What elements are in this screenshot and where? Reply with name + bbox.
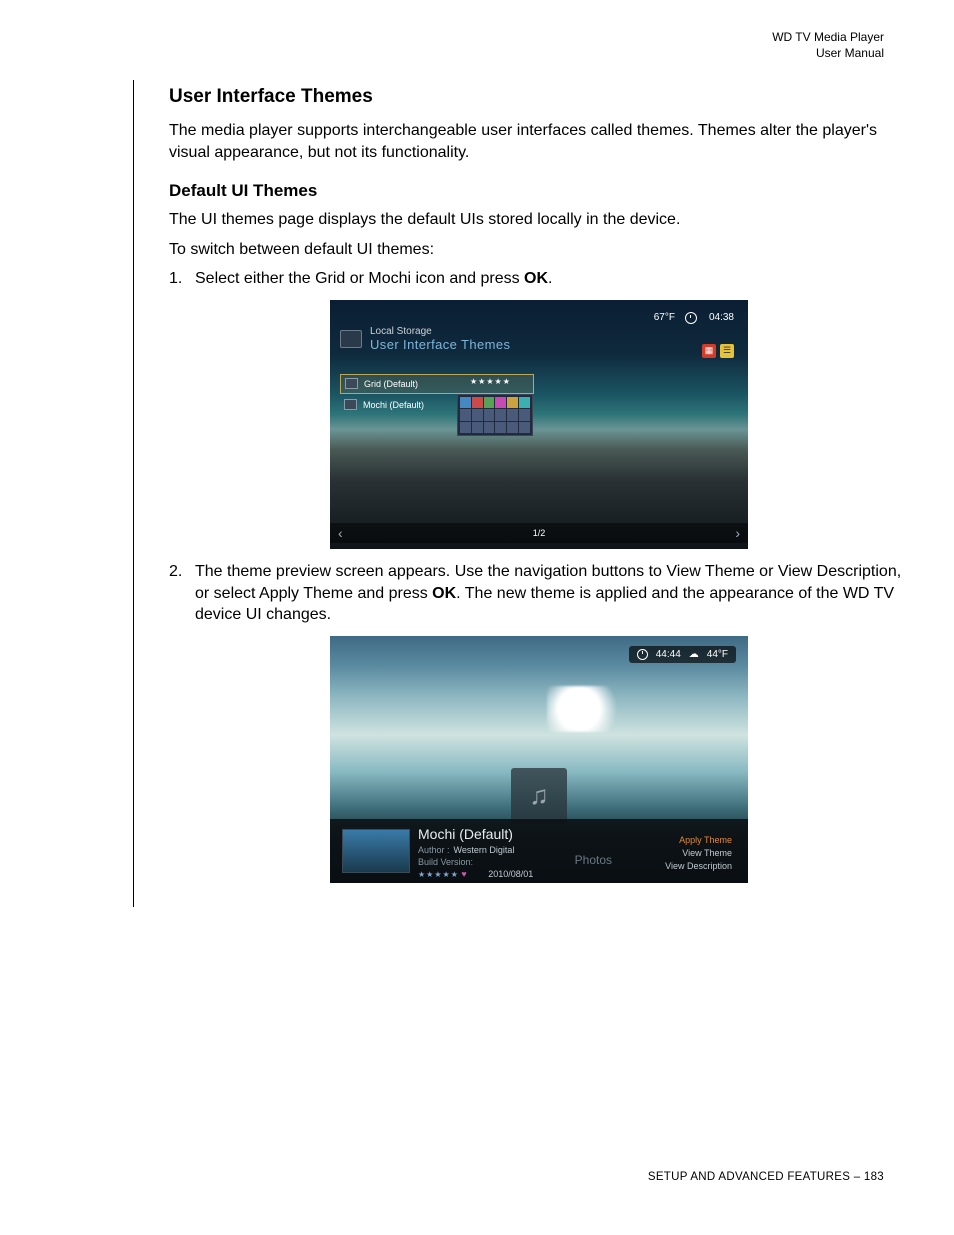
theme-thumb-icon xyxy=(344,399,357,410)
theme-row-grid-label: Grid (Default) xyxy=(364,379,418,389)
step-1-text-c: . xyxy=(548,270,552,287)
paragraph-switch-intro: To switch between default UI themes: xyxy=(169,239,909,261)
step-2-ok: OK xyxy=(432,585,456,602)
step-2-body: The theme preview screen appears. Use th… xyxy=(195,561,909,626)
shot1-header: Local Storage User Interface Themes xyxy=(340,326,510,352)
page-footer: SETUP AND ADVANCED FEATURES – 183 xyxy=(648,1171,884,1183)
shot2-status-bar: 44:44 ☁ 44°F xyxy=(629,646,736,663)
shot2-temperature: 44°F xyxy=(707,649,728,660)
shot1-time: 04:38 xyxy=(709,312,734,323)
shot2-build-label: Build Version: xyxy=(418,857,473,867)
paragraph-default-desc: The UI themes page displays the default … xyxy=(169,209,909,231)
shot2-actions: Apply Theme View Theme View Description xyxy=(665,834,732,873)
shot2-rating: ★★★★★ xyxy=(418,870,459,879)
chevron-left-icon: ‹ xyxy=(338,525,343,541)
heading-default-themes: Default UI Themes xyxy=(169,181,909,201)
heading-ui-themes: User Interface Themes xyxy=(169,86,909,108)
list-view-icon: ☰ xyxy=(720,344,734,358)
heart-icon: ♥ xyxy=(461,869,466,879)
picture-icon xyxy=(340,330,362,348)
cloud-graphic xyxy=(547,686,627,732)
shot1-breadcrumb: Local Storage xyxy=(370,326,510,337)
action-view-theme: View Theme xyxy=(665,847,732,860)
shot2-photos-label: Photos xyxy=(575,853,612,867)
shot1-title: User Interface Themes xyxy=(370,337,510,352)
step-1-body: Select either the Grid or Mochi icon and… xyxy=(195,268,909,290)
footer-page: 183 xyxy=(864,1171,884,1183)
theme-thumb-icon xyxy=(345,378,358,389)
paragraph-intro: The media player supports interchangeabl… xyxy=(169,120,909,163)
shot1-temperature: 67°F xyxy=(654,312,675,323)
screenshot-theme-preview: 44:44 ☁ 44°F ♫ Mochi (Default) Author :W… xyxy=(330,636,748,883)
clock-icon xyxy=(637,649,648,660)
step-1-number: 1. xyxy=(169,268,195,290)
theme-row-mochi-label: Mochi (Default) xyxy=(363,400,424,410)
header-line1: WD TV Media Player xyxy=(772,30,884,46)
weather-icon: ☁ xyxy=(689,649,699,660)
chevron-right-icon: › xyxy=(735,525,740,541)
step-1-text-a: Select either the Grid or Mochi icon and… xyxy=(195,270,524,287)
action-view-description: View Description xyxy=(665,860,732,873)
step-1: 1. Select either the Grid or Mochi icon … xyxy=(169,268,909,290)
footer-sep: – xyxy=(850,1171,864,1183)
content-column: User Interface Themes The media player s… xyxy=(133,80,909,907)
shot2-date: 2010/08/01 xyxy=(488,869,533,879)
clock-icon xyxy=(685,312,699,324)
shot2-author-value: Western Digital xyxy=(454,845,515,855)
music-tile-icon: ♫ xyxy=(511,768,567,824)
shot1-page-count: 1/2 xyxy=(533,528,546,538)
step-2: 2. The theme preview screen appears. Use… xyxy=(169,561,909,626)
shot1-view-badges: ▦ ☰ xyxy=(702,344,734,358)
grid-view-icon: ▦ xyxy=(702,344,716,358)
theme-row-mochi: Mochi (Default) xyxy=(340,396,428,414)
theme-preview-thumbnail xyxy=(457,394,533,436)
screenshot-themes-list: 67°F 04:38 Local Storage User Interface … xyxy=(330,300,748,549)
page-header: WD TV Media Player User Manual xyxy=(772,30,884,61)
shot1-status-bar: 67°F 04:38 xyxy=(654,312,734,324)
theme-row-grid-rating: ★★★★★ xyxy=(470,377,511,386)
shot2-thumbnail xyxy=(342,829,410,873)
shot2-author-label: Author : xyxy=(418,845,450,855)
shot2-time: 44:44 xyxy=(656,649,681,660)
header-line2: User Manual xyxy=(772,46,884,62)
step-2-number: 2. xyxy=(169,561,195,626)
action-apply-theme: Apply Theme xyxy=(665,834,732,847)
step-1-ok: OK xyxy=(524,270,548,287)
footer-section: SETUP AND ADVANCED FEATURES xyxy=(648,1171,850,1183)
shot1-pager: ‹ 1/2 › xyxy=(330,523,748,543)
